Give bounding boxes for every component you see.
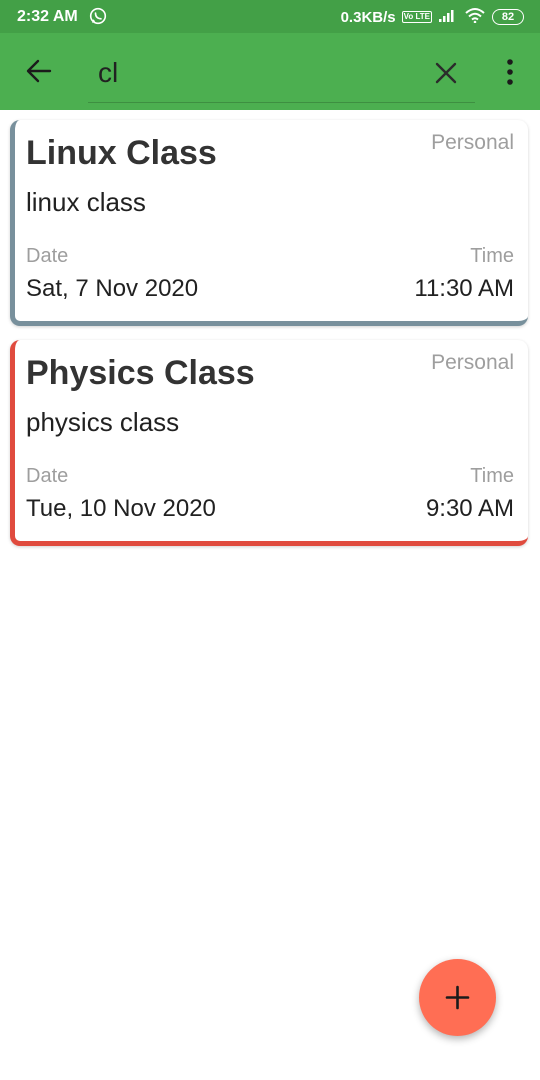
status-time: 2:32 AM	[17, 8, 78, 25]
status-indicators: 0.3KB/s Vo LTE 82	[341, 6, 524, 28]
event-time: 9:30 AM	[425, 495, 514, 522]
event-date: Tue, 10 Nov 2020	[26, 495, 216, 522]
status-bar: 2:32 AM 0.3KB/s Vo LTE 82	[0, 0, 540, 33]
date-label: Date	[26, 245, 69, 267]
event-description: physics class	[26, 407, 180, 437]
search-input[interactable]	[88, 47, 428, 99]
overflow-menu-button[interactable]	[500, 58, 520, 88]
battery-icon: 82	[492, 9, 524, 25]
event-card[interactable]: Linux Class Personal linux class Date Ti…	[10, 120, 528, 326]
volte-icon: Vo LTE	[401, 11, 432, 23]
event-date: Sat, 7 Nov 2020	[26, 275, 199, 302]
time-label: Time	[470, 465, 514, 487]
event-description: linux class	[26, 187, 146, 217]
add-event-button[interactable]	[419, 959, 496, 1036]
back-arrow-icon	[26, 59, 52, 83]
event-category: Personal	[431, 131, 514, 154]
clear-search-button[interactable]	[433, 60, 459, 86]
wifi-icon	[464, 7, 486, 28]
whatsapp-icon	[89, 7, 107, 25]
event-title: Physics Class	[26, 354, 255, 392]
event-title: Linux Class	[26, 134, 217, 172]
date-label: Date	[26, 465, 69, 487]
plus-icon	[445, 985, 470, 1010]
time-label: Time	[470, 245, 514, 267]
search-toolbar	[0, 33, 540, 110]
back-button[interactable]	[22, 56, 56, 86]
event-time: 11:30 AM	[414, 275, 514, 302]
more-vert-icon	[507, 59, 513, 85]
search-field	[88, 47, 475, 103]
event-card[interactable]: Physics Class Personal physics class Dat…	[10, 340, 528, 546]
close-icon	[435, 62, 457, 84]
network-speed: 0.3KB/s	[340, 8, 396, 26]
signal-icon	[438, 8, 458, 27]
event-category: Personal	[431, 351, 514, 374]
